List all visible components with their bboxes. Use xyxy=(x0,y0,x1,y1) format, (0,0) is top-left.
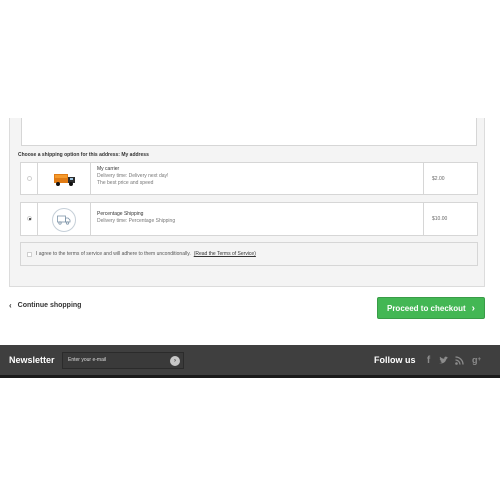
carrier-description: The best price and speed xyxy=(97,180,154,186)
rss-icon[interactable] xyxy=(454,354,465,366)
google-plus-icon[interactable]: g + xyxy=(471,354,482,366)
checkout-label: Proceed to checkout xyxy=(386,303,466,313)
follow-us-title: Follow us xyxy=(374,355,416,365)
order-page: Choose a shipping option for this addres… xyxy=(0,0,500,500)
carrier-option-row[interactable]: My carrier Delivery time: Delivery next … xyxy=(20,162,478,195)
carrier-price: $2.00 xyxy=(432,175,445,182)
carrier-radio[interactable] xyxy=(27,175,32,181)
carrier-price-cell: $2.00 xyxy=(424,163,477,194)
panel-divider xyxy=(9,286,485,287)
carrier-logo-cell xyxy=(38,203,91,235)
carrier-info-cell: Percentage Shipping Delivery time: Perce… xyxy=(91,203,424,235)
shipping-truck-icon xyxy=(52,208,76,232)
terms-link[interactable]: (Read the Terms of Service) xyxy=(194,251,256,257)
shipping-panel: Choose a shipping option for this addres… xyxy=(9,118,485,286)
delivery-truck-icon xyxy=(54,174,75,186)
order-message-textarea[interactable] xyxy=(21,118,477,146)
carrier-radio-cell xyxy=(21,203,38,235)
facebook-icon[interactable]: f xyxy=(423,354,434,366)
carrier-delivery-time: Delivery time: Percentage Shipping xyxy=(97,218,176,224)
carrier-name: My carrier xyxy=(97,166,120,172)
carrier-info-cell: My carrier Delivery time: Delivery next … xyxy=(91,163,424,194)
terms-of-service-box: I agree to the terms of service and will… xyxy=(20,242,478,266)
newsletter-submit-icon[interactable]: › xyxy=(170,356,180,366)
chevron-right-icon: › xyxy=(471,302,476,314)
carrier-option-row[interactable]: Percentage Shipping Delivery time: Perce… xyxy=(20,202,478,236)
newsletter-title: Newsletter xyxy=(9,355,55,365)
terms-text: I agree to the terms of service and will… xyxy=(36,251,191,257)
carrier-delivery-time: Delivery time: Delivery next day! xyxy=(97,173,169,179)
carrier-radio-cell xyxy=(21,163,38,194)
shipping-section-title: Choose a shipping option for this addres… xyxy=(18,152,149,158)
continue-shopping-link[interactable]: ‹ Continue shopping xyxy=(9,301,81,310)
carrier-logo-cell xyxy=(38,163,91,194)
footer: Newsletter Enter your e-mail › Follow us… xyxy=(0,345,500,378)
carrier-price-cell: $10.00 xyxy=(424,203,477,235)
continue-shopping-label: Continue shopping xyxy=(17,302,82,309)
carrier-radio-selected[interactable] xyxy=(27,216,32,221)
proceed-to-checkout-button[interactable]: Proceed to checkout › xyxy=(377,297,485,319)
chevron-left-icon: ‹ xyxy=(9,301,12,310)
carrier-price: $10.00 xyxy=(432,216,448,222)
carrier-name: Percentage Shipping xyxy=(97,211,144,217)
newsletter-email-input[interactable]: Enter your e-mail xyxy=(62,352,184,369)
terms-checkbox[interactable] xyxy=(27,251,32,257)
twitter-icon[interactable] xyxy=(438,354,449,366)
